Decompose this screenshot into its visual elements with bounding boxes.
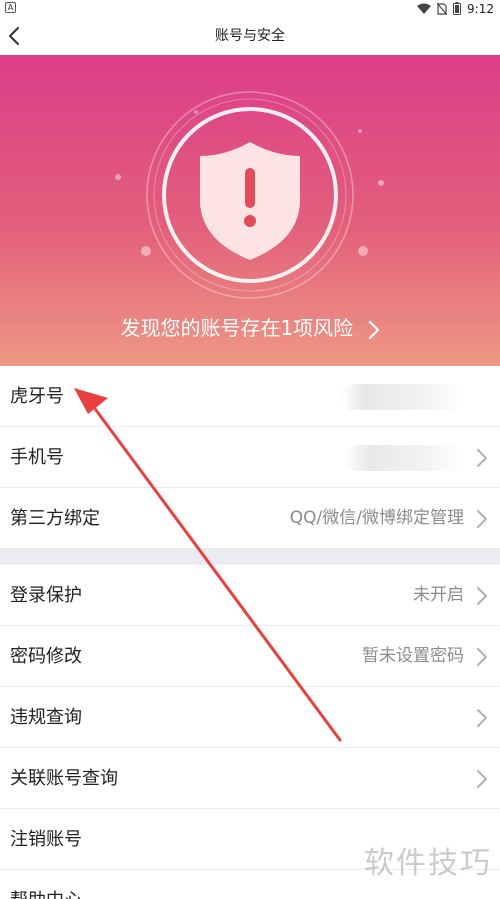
chevron-right-icon — [477, 510, 487, 528]
chevron-right-icon — [477, 648, 487, 666]
redacted-value — [345, 445, 465, 471]
wifi-icon — [417, 3, 432, 14]
app-notification-icon: A — [5, 2, 16, 13]
row-phone-number[interactable]: 手机号 — [0, 427, 500, 488]
row-label: 手机号 — [10, 447, 64, 468]
status-bar: A 9:12 — [0, 0, 500, 17]
row-login-protection[interactable]: 登录保护 未开启 — [0, 565, 500, 626]
row-label: 违规查询 — [10, 707, 82, 728]
redacted-value — [340, 384, 465, 410]
risk-text: 发现您的账号存在1项风险 — [120, 316, 354, 340]
settings-list: 虎牙号 手机号 第三方绑定 QQ/微信/微博绑定管理 登录保护 未开启 密码修改… — [0, 366, 500, 899]
chevron-right-icon — [368, 320, 379, 339]
navigation-bar: 账号与安全 — [0, 17, 500, 55]
battery-icon — [453, 2, 462, 15]
status-time: 9:12 — [467, 1, 494, 16]
row-label: 帮助中心 — [10, 870, 82, 899]
row-label: 虎牙号 — [10, 386, 64, 407]
row-label: 第三方绑定 — [10, 508, 100, 529]
section-divider — [0, 549, 500, 565]
row-value: QQ/微信/微博绑定管理 — [289, 508, 464, 528]
back-arrow-icon[interactable] — [4, 23, 30, 49]
chevron-right-icon — [477, 587, 487, 605]
row-violation-query[interactable]: 违规查询 — [0, 687, 500, 748]
chevron-right-icon — [477, 709, 487, 727]
page-title: 账号与安全 — [215, 28, 285, 44]
watermark-text: 软件技巧 — [364, 846, 492, 881]
row-label: 关联账号查询 — [10, 768, 118, 789]
chevron-right-icon — [477, 770, 487, 788]
security-risk-banner[interactable]: 发现您的账号存在1项风险 — [0, 55, 500, 366]
row-linked-accounts-query[interactable]: 关联账号查询 — [0, 748, 500, 809]
risk-link[interactable]: 发现您的账号存在1项风险 — [0, 313, 500, 343]
row-huya-id[interactable]: 虎牙号 — [0, 366, 500, 427]
no-sim-icon — [437, 2, 448, 15]
row-label: 登录保护 — [10, 585, 82, 606]
row-value: 暂未设置密码 — [362, 646, 464, 666]
row-password-change[interactable]: 密码修改 暂未设置密码 — [0, 626, 500, 687]
shield-alert-icon — [115, 91, 384, 299]
row-label: 注销账号 — [10, 829, 82, 850]
row-value: 未开启 — [413, 585, 464, 605]
row-third-party-binding[interactable]: 第三方绑定 QQ/微信/微博绑定管理 — [0, 488, 500, 549]
chevron-right-icon — [477, 449, 487, 467]
row-label: 密码修改 — [10, 646, 82, 667]
